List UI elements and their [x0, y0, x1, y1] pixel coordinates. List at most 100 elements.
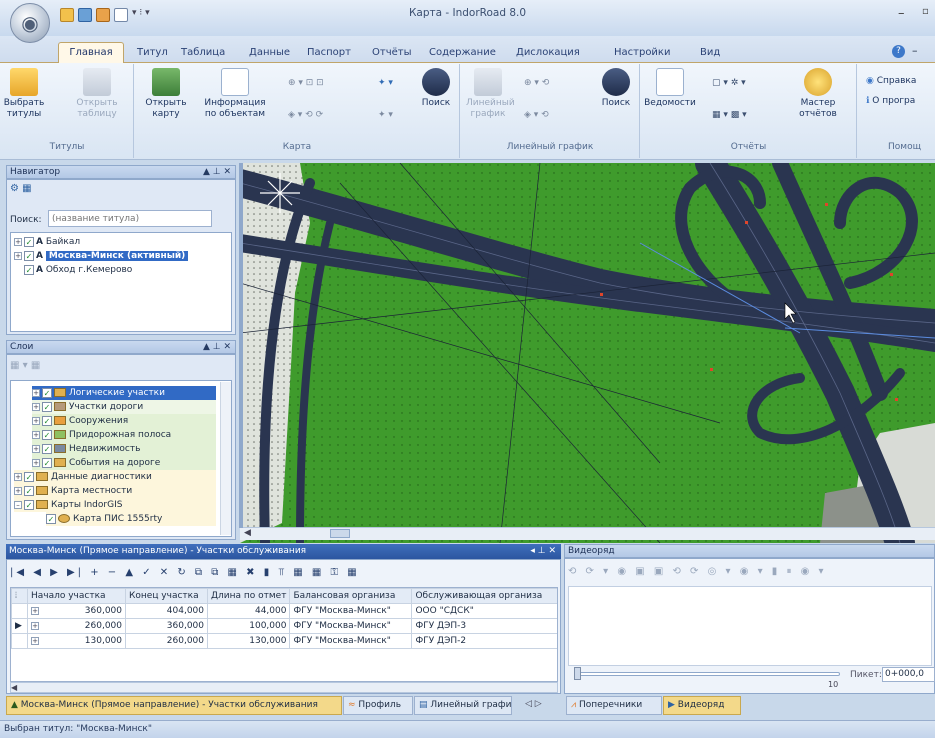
table-cell[interactable]: 130,000 — [206, 633, 291, 649]
tab-settings[interactable]: Настройки — [614, 47, 670, 58]
tree-item-baikal[interactable]: + ✓ A Байкал — [14, 235, 80, 249]
object-info-button[interactable]: Информация по объектам — [198, 68, 272, 120]
open-map-button[interactable]: Открыть карту — [144, 68, 188, 120]
table-cell[interactable]: 100,000 — [206, 618, 291, 634]
report-table-tools[interactable]: ▦ ▾ ▩ ▾ — [712, 110, 747, 120]
tab-main[interactable]: Главная — [58, 42, 124, 63]
tab-table[interactable]: Таблица — [181, 47, 225, 58]
layer-roadside-strip[interactable]: + ✓ Придорожная полоса — [32, 428, 216, 442]
navigator-search-input[interactable] — [48, 210, 212, 227]
column-header[interactable]: Балансовая организа — [289, 588, 413, 604]
layer-terrain-map[interactable]: + ✓ Карта местности — [14, 484, 216, 498]
map-hscroll-thumb[interactable] — [330, 529, 350, 538]
about-button[interactable]: ℹ О програ — [866, 96, 915, 106]
tab-scroll-icon[interactable]: ◁ ▷ — [525, 699, 542, 709]
table-cell[interactable]: 404,000 — [125, 603, 208, 619]
layer-road-sections[interactable]: + ✓ Участки дороги — [32, 400, 216, 414]
table-cell[interactable]: ФГУ "Москва-Минск" — [289, 603, 413, 619]
tab-view[interactable]: Вид — [700, 47, 720, 58]
table-row[interactable]: +360,000 404,000 44,000 ФГУ "Москва-Минс… — [11, 603, 557, 619]
table-cell[interactable]: 44,000 — [206, 603, 291, 619]
map-pin-tool[interactable]: ✦ ▾ — [378, 78, 393, 88]
panel-pin-close-icon[interactable]: ▲ ⊥ ✕ — [203, 166, 231, 178]
group-label-linear: Линейный график — [506, 142, 594, 152]
grid-hscrollbar[interactable]: ◀ — [10, 682, 558, 693]
tab-cross-sections[interactable]: ⩘ Поперечники — [566, 696, 662, 715]
layer-logical-sections[interactable]: + ✓ Логические участки — [32, 386, 216, 400]
linear-select-tools[interactable]: ◈ ▾ ⟲ — [524, 110, 549, 120]
layers-toolbar[interactable]: ▦ ▾ ▦ — [10, 360, 40, 371]
linear-zoom-tools[interactable]: ⊕ ▾ ⟲ — [524, 78, 549, 88]
report-page-tools[interactable]: ▢ ▾ ✲ ▾ — [712, 78, 746, 88]
map-view[interactable] — [240, 163, 935, 543]
layers-scrollbar[interactable] — [220, 382, 231, 535]
map-canvas[interactable] — [240, 163, 935, 543]
picket-input[interactable]: 0+000,0 — [882, 667, 935, 682]
select-titles-button[interactable]: Выбрать титулы — [2, 68, 46, 120]
video-slider-track[interactable] — [574, 672, 840, 676]
ribbon-minimize-icon[interactable]: – — [912, 44, 918, 57]
map-select-tools[interactable]: ◈ ▾ ⟲ ⟳ — [288, 110, 323, 120]
table-cell[interactable]: +130,000 — [27, 633, 126, 649]
open-table-button[interactable]: Открыть таблицу — [72, 68, 122, 120]
table-cell[interactable]: ФГУ ДЭП-3 — [411, 618, 557, 634]
table-row[interactable]: ▶ +260,000 360,000 100,000 ФГУ "Москва-М… — [11, 618, 557, 634]
tab-linear-graph[interactable]: ▤ Линейный графи — [414, 696, 512, 715]
tab-dislocation[interactable]: Дислокация — [516, 47, 580, 58]
statements-button[interactable]: Ведомости — [644, 68, 696, 109]
table-cell[interactable]: 260,000 — [125, 633, 208, 649]
table-cell[interactable]: ФГУ "Москва-Минск" — [289, 618, 413, 634]
table-cell[interactable]: ФГУ ДЭП-2 — [411, 633, 557, 649]
column-header[interactable]: Конец участка — [125, 588, 208, 604]
layer-real-estate[interactable]: + ✓ Недвижимость — [32, 442, 216, 456]
map-splitter[interactable] — [239, 163, 243, 528]
layer-structures[interactable]: + ✓ Сооружения — [32, 414, 216, 428]
column-header[interactable]: Длина по отмет — [206, 588, 291, 604]
table-cell[interactable]: ФГУ "Москва-Минск" — [289, 633, 413, 649]
map-measure-tool[interactable]: ✦ ▾ — [378, 110, 393, 120]
video-toolbar[interactable]: ⟲ ⟳ ▾ ◉ ▣ ▣ ⟲ ⟳ ◎ ▾ ◉ ▾ ▮ ⏸ ◉ ▾ — [568, 561, 932, 583]
help-ref-button[interactable]: ◉ Справка — [866, 76, 916, 86]
panel-pin-close-icon[interactable]: ◂ ⊥ ✕ — [530, 544, 556, 559]
column-header[interactable]: Начало участка — [27, 588, 126, 604]
row-indicator — [11, 603, 28, 619]
linear-search-button[interactable]: Поиск — [596, 68, 636, 109]
scroll-left-icon[interactable]: ◀ — [244, 528, 251, 538]
tree-item-kemerovo[interactable]: ✓ A Обход г.Кемерово — [24, 263, 132, 277]
report-master-button[interactable]: Мастер отчётов — [788, 68, 848, 120]
maximize-button[interactable]: ▫ — [922, 6, 929, 17]
layer-road-events[interactable]: + ✓ События на дороге — [32, 456, 216, 470]
window-title: Карта - IndorRoad 8.0 — [408, 7, 527, 19]
row-indicator: ▶ — [11, 618, 28, 634]
help-icon[interactable]: ? — [892, 45, 905, 58]
video-slider-thumb[interactable] — [574, 667, 581, 680]
table-cell[interactable]: ООО "СДСК" — [411, 603, 557, 619]
panel-pin-close-icon[interactable]: ▲ ⊥ ✕ — [203, 341, 231, 353]
table-cell[interactable]: +260,000 — [27, 618, 126, 634]
navigator-toolbar[interactable]: ⚙ ▦ — [10, 183, 32, 194]
table-row[interactable]: +130,000 260,000 130,000 ФГУ "Москва-Мин… — [11, 633, 557, 649]
layer-diagnostics[interactable]: + ✓ Данные диагностики — [14, 470, 216, 484]
map-search-button[interactable]: Поиск — [416, 68, 456, 109]
table-cell[interactable]: 360,000 — [125, 618, 208, 634]
linear-graph-button[interactable]: Линейный график — [466, 68, 515, 120]
tab-passport[interactable]: Паспорт — [307, 47, 351, 58]
map-zoom-tools[interactable]: ⊕ ▾ ⊡ ⊡ — [288, 78, 324, 88]
tab-profile[interactable]: ≈ Профиль — [343, 696, 413, 715]
layer-indorgis-maps[interactable]: – ✓ Карты IndorGIS — [14, 498, 216, 512]
tab-content[interactable]: Содержание — [429, 47, 496, 58]
column-header[interactable]: Обслуживающая организа — [411, 588, 557, 604]
tab-data[interactable]: Данные — [249, 47, 290, 58]
layer-pis-map[interactable]: ✓ Карта ПИС 1555rty — [46, 512, 216, 526]
tab-title[interactable]: Титул — [137, 47, 168, 58]
grid-navigation-toolbar[interactable]: |◀ ◀ ▶ ▶| + − ▲ ✓ ✕ ↻ ⧉ ⧉ ▦ ✖ ▮ ⫪ ▦ ▦ ⚿ … — [10, 562, 558, 584]
app-menu-button[interactable]: ◉ — [10, 3, 50, 43]
tree-item-moscow-minsk[interactable]: + ✓ A Москва-Минск (активный) — [14, 249, 189, 263]
minimize-button[interactable]: – — [898, 6, 905, 21]
tab-reports[interactable]: Отчёты — [372, 47, 411, 58]
tab-service-sections[interactable]: ▲ Москва-Минск (Прямое направление) - Уч… — [6, 696, 342, 715]
tab-video[interactable]: ▶ Видеоряд — [663, 696, 741, 715]
table-cell[interactable]: +360,000 — [27, 603, 126, 619]
cross-section-icon: ⩘ — [571, 700, 579, 710]
document-icon — [656, 68, 684, 96]
